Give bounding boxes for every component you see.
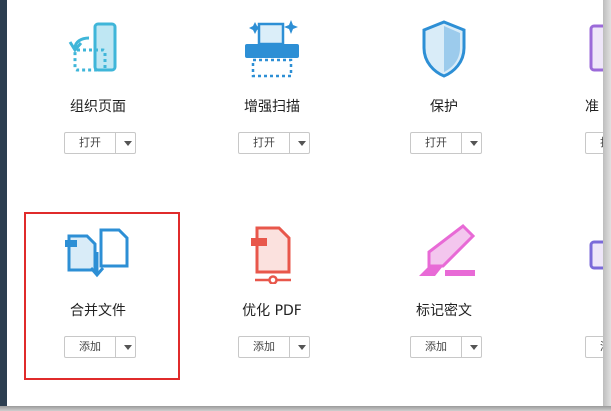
tool-partial-2[interactable]: 添加 bbox=[541, 212, 603, 382]
open-button[interactable]: 打开 bbox=[65, 133, 116, 153]
chevron-down-icon[interactable] bbox=[462, 133, 481, 153]
open-dropdown-button[interactable]: 打开 bbox=[64, 132, 136, 154]
chevron-down-icon[interactable] bbox=[116, 133, 135, 153]
chevron-down-icon[interactable] bbox=[290, 337, 309, 357]
tool-label: 标记密文 bbox=[416, 303, 472, 319]
form-icon bbox=[589, 24, 603, 72]
tool-partial[interactable]: 准 打开 bbox=[541, 8, 603, 178]
tool-label: 优化 PDF bbox=[242, 303, 302, 319]
add-dropdown-button[interactable]: 添加 bbox=[585, 336, 603, 358]
window-edge bbox=[0, 0, 7, 411]
chevron-down-icon[interactable] bbox=[290, 133, 309, 153]
window-shadow-bottom bbox=[0, 406, 611, 411]
chevron-down-icon[interactable] bbox=[462, 337, 481, 357]
highlight-box bbox=[24, 212, 180, 380]
tool-label: 准 bbox=[585, 99, 599, 115]
add-button[interactable]: 添加 bbox=[239, 337, 290, 357]
open-dropdown-button[interactable]: 打开 bbox=[585, 132, 603, 154]
tool-enhance-scan[interactable]: 增强扫描 打开 bbox=[197, 8, 347, 178]
highlighter-icon bbox=[419, 224, 476, 276]
tool-label: 组织页面 bbox=[70, 99, 126, 115]
open-button[interactable]: 打开 bbox=[239, 133, 290, 153]
open-button[interactable]: 打开 bbox=[411, 133, 462, 153]
shield-icon bbox=[422, 20, 466, 78]
tool-redact[interactable]: 标记密文 添加 bbox=[369, 212, 519, 382]
open-dropdown-button[interactable]: 打开 bbox=[410, 132, 482, 154]
tool-label: 保护 bbox=[430, 99, 458, 115]
organize-pages-icon bbox=[68, 22, 117, 72]
open-button[interactable]: 打开 bbox=[586, 133, 603, 153]
scanner-icon bbox=[245, 20, 299, 78]
add-dropdown-button[interactable]: 添加 bbox=[238, 336, 310, 358]
add-button[interactable]: 添加 bbox=[411, 337, 462, 357]
window-shadow-right bbox=[603, 0, 611, 411]
tool-icon bbox=[589, 240, 603, 270]
add-dropdown-button[interactable]: 添加 bbox=[410, 336, 482, 358]
tool-organize-pages[interactable]: 组织页面 打开 bbox=[23, 8, 173, 178]
tool-label: 增强扫描 bbox=[244, 99, 300, 115]
add-button[interactable]: 添加 bbox=[586, 337, 603, 357]
tool-protect[interactable]: 保护 打开 bbox=[369, 8, 519, 178]
tool-optimize-pdf[interactable]: 优化 PDF 添加 bbox=[197, 212, 347, 382]
open-dropdown-button[interactable]: 打开 bbox=[238, 132, 310, 154]
optimize-pdf-icon bbox=[251, 226, 291, 284]
